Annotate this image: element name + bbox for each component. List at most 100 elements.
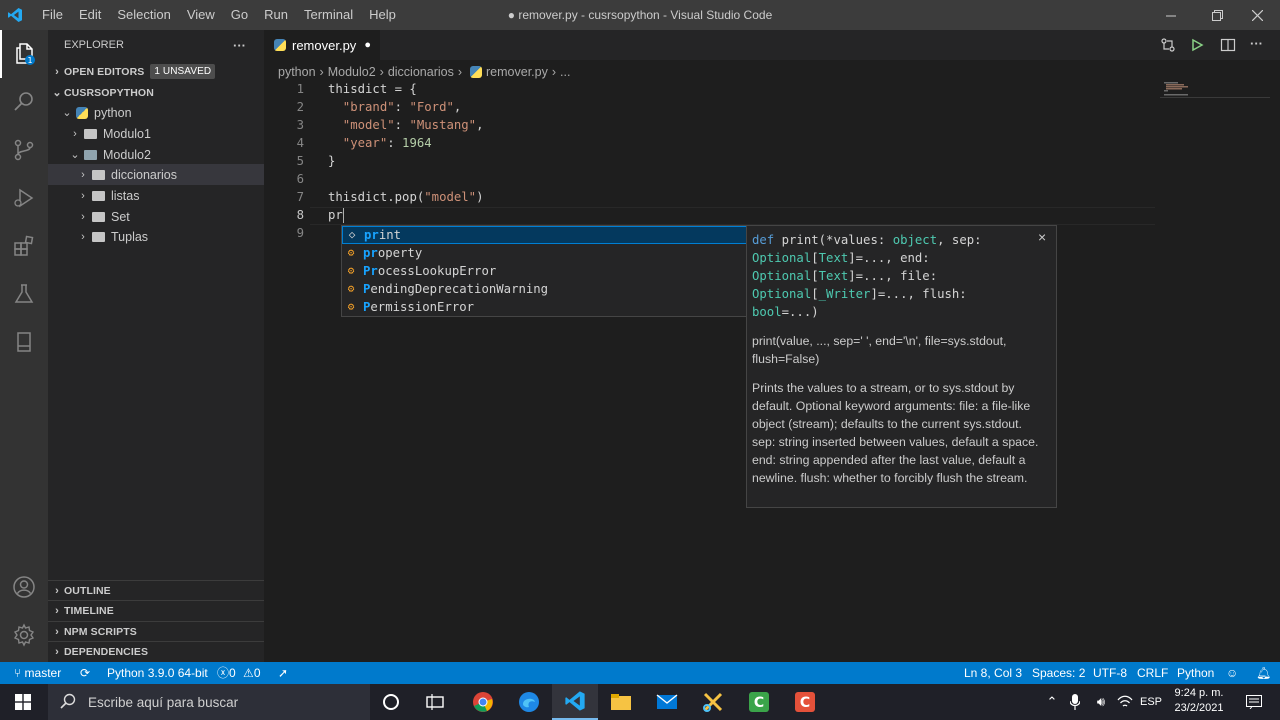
sync-icon[interactable]: ⟳ xyxy=(80,662,90,684)
close-window-button[interactable] xyxy=(1234,0,1280,30)
mail-icon[interactable] xyxy=(644,684,690,720)
chevron-right-icon: › xyxy=(55,605,59,617)
tree-item-tuplas[interactable]: › Tuplas xyxy=(48,226,264,247)
tree-item-label: Set xyxy=(111,209,130,224)
taskbar-clock[interactable]: 9:24 p. m. 23/2/2021 xyxy=(1168,686,1230,716)
suggestion-match: pr xyxy=(363,246,378,260)
tab-label: remover.py xyxy=(292,37,357,53)
testing-flask-icon[interactable] xyxy=(0,270,48,318)
menu-file[interactable]: File xyxy=(34,0,71,30)
encoding[interactable]: UTF-8 xyxy=(1093,662,1127,684)
menu-terminal[interactable]: Terminal xyxy=(296,0,361,30)
breadcrumb-item[interactable]: diccionarios xyxy=(388,65,454,79)
code-line[interactable]: "model": "Mustang", xyxy=(328,118,484,132)
close-details-icon[interactable]: × xyxy=(1038,229,1046,245)
branch-status[interactable]: ⑂ master xyxy=(14,662,61,684)
code-line[interactable]: } xyxy=(328,154,335,168)
tree-item-listas[interactable]: › listas xyxy=(48,185,264,206)
source-control-icon[interactable] xyxy=(0,126,48,174)
tree-item-diccionarios[interactable]: › diccionarios xyxy=(48,164,264,185)
suggestion-match: pr xyxy=(364,228,379,242)
snipping-tool-icon[interactable] xyxy=(690,684,736,720)
menu-go[interactable]: Go xyxy=(223,0,256,30)
warning-icon: ⚠ xyxy=(243,666,254,680)
code-line-current[interactable]: pr xyxy=(328,208,344,223)
unsaved-dot-icon[interactable]: ● xyxy=(364,39,371,51)
suggestion-item[interactable]: ◇ pr int xyxy=(342,226,747,244)
outline-section[interactable]: › OUTLINE xyxy=(48,580,264,601)
tree-item-python[interactable]: ⌄ python xyxy=(48,102,264,123)
clock-date: 23/2/2021 xyxy=(1174,702,1224,714)
edge-icon[interactable] xyxy=(506,684,552,720)
breadcrumb-item[interactable]: remover.py xyxy=(486,65,548,79)
suggestion-item[interactable]: ⚙ PermissionError xyxy=(342,298,747,316)
type-token: Optional xyxy=(752,269,812,283)
language-mode[interactable]: Python xyxy=(1177,662,1214,684)
feedback-icon[interactable]: ☺ xyxy=(1226,662,1238,684)
minimize-button[interactable] xyxy=(1148,0,1194,30)
breadcrumb-item[interactable]: Modulo2 xyxy=(328,65,376,79)
suggestion-item[interactable]: ⚙ pr operty xyxy=(342,244,747,262)
problems-status[interactable]: ⓧ0 ⚠0 xyxy=(217,662,261,684)
account-icon[interactable] xyxy=(0,563,48,611)
file-explorer-icon[interactable] xyxy=(598,684,644,720)
code-line[interactable]: "year": 1964 xyxy=(328,136,432,150)
extensions-icon[interactable] xyxy=(0,222,48,270)
tab-remover-py[interactable]: remover.py ● xyxy=(264,30,380,60)
code-line[interactable]: thisdict = { xyxy=(328,82,417,96)
task-view-icon[interactable] xyxy=(412,684,458,720)
chrome-icon[interactable] xyxy=(460,684,506,720)
tree-item-modulo1[interactable]: › Modulo1 xyxy=(48,123,264,144)
run-debug-icon[interactable] xyxy=(0,174,48,222)
more-actions-icon[interactable]: ··· xyxy=(1250,36,1263,51)
keyword-token: def xyxy=(752,233,775,247)
menu-selection[interactable]: Selection xyxy=(109,0,178,30)
indentation[interactable]: Spaces: 2 xyxy=(1032,662,1085,684)
minimap[interactable] xyxy=(1160,80,1270,100)
suggestion-item[interactable]: ⚙ Pr ocessLookupError xyxy=(342,262,747,280)
camtasia-icon[interactable]: C xyxy=(736,684,782,720)
string-token: "model" xyxy=(424,190,477,204)
remote-explorer-icon[interactable] xyxy=(0,318,48,366)
workspace-section[interactable]: ⌄ CUSRSOPYTHON xyxy=(48,82,264,103)
cortana-icon[interactable] xyxy=(368,684,414,720)
camtasia-recorder-icon[interactable]: C xyxy=(782,684,828,720)
live-share-icon[interactable]: ➚ xyxy=(278,662,288,684)
python-interpreter[interactable]: Python 3.9.0 64-bit xyxy=(107,662,208,684)
tree-item-modulo2[interactable]: ⌄ Modulo2 xyxy=(48,144,264,165)
breadcrumb-item[interactable]: ... xyxy=(560,65,570,79)
compare-changes-icon[interactable] xyxy=(1160,37,1176,56)
text-cursor xyxy=(342,208,344,223)
notifications-bell-icon[interactable]: 🔔︎ xyxy=(1256,662,1271,684)
tree-item-set[interactable]: › Set xyxy=(48,206,264,227)
menu-view[interactable]: View xyxy=(179,0,223,30)
explorer-icon[interactable]: 1 xyxy=(0,30,48,78)
npm-scripts-section[interactable]: › NPM SCRIPTS xyxy=(48,621,264,642)
code-line[interactable]: "brand": "Ford", xyxy=(328,100,461,114)
more-actions-icon[interactable]: ··· xyxy=(233,38,246,53)
split-editor-icon[interactable] xyxy=(1220,37,1236,56)
input-language[interactable]: ESP xyxy=(1134,684,1168,720)
settings-gear-icon[interactable] xyxy=(0,611,48,659)
folder-open-icon xyxy=(84,149,97,160)
vscode-taskbar-icon[interactable] xyxy=(552,684,598,720)
windows-start-icon[interactable] xyxy=(0,684,46,720)
notifications-icon[interactable] xyxy=(1234,684,1274,720)
module-icon: ◇ xyxy=(348,228,356,241)
open-editors-section[interactable]: › OPEN EDITORS 1 UNSAVED xyxy=(48,61,264,82)
taskbar-search-box[interactable]: Escribe aquí para buscar xyxy=(48,684,370,720)
suggestion-item[interactable]: ⚙ PendingDeprecationWarning xyxy=(342,280,747,298)
cursor-position[interactable]: Ln 8, Col 3 xyxy=(964,662,1022,684)
menu-edit[interactable]: Edit xyxy=(71,0,109,30)
menu-run[interactable]: Run xyxy=(256,0,296,30)
breadcrumb-item[interactable]: python xyxy=(278,65,316,79)
timeline-section[interactable]: › TIMELINE xyxy=(48,600,264,621)
string-token: "Ford" xyxy=(409,100,454,114)
string-token: "brand" xyxy=(328,100,395,114)
run-python-file-icon[interactable] xyxy=(1190,37,1204,56)
dependencies-section[interactable]: › DEPENDENCIES xyxy=(48,641,264,662)
svg-text:C: C xyxy=(800,695,810,711)
code-line[interactable]: thisdict.pop("model") xyxy=(328,190,484,204)
line-ending[interactable]: CRLF xyxy=(1137,662,1168,684)
search-icon[interactable] xyxy=(0,78,48,126)
